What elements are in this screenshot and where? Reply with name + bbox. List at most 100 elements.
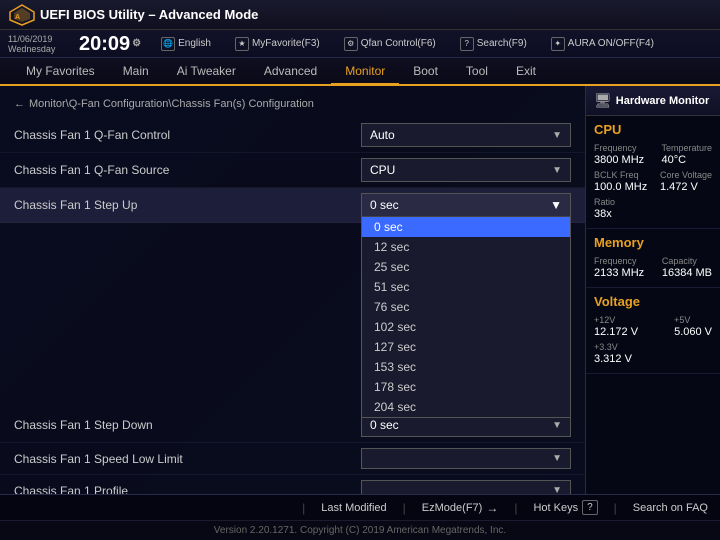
- nav-main[interactable]: Main: [109, 58, 163, 86]
- chassis-fan1-qfan-control-value: Auto ▼: [361, 123, 571, 147]
- cpu-bclk-label: BCLK Freq: [594, 170, 647, 180]
- cpu-freq-temp-row: Frequency 3800 MHz Temperature 40°C: [594, 143, 712, 166]
- v33-label: +3.3V: [594, 342, 632, 352]
- hw-monitor-header: 🖥 Hardware Monitor: [586, 86, 720, 116]
- hardware-monitor-panel: 🖥 Hardware Monitor CPU Frequency 3800 MH…: [585, 86, 720, 494]
- dropdown-open-arrow-icon: ▼: [550, 198, 562, 212]
- myfavorites-label: MyFavorite(F3): [252, 38, 320, 49]
- separator2: |: [403, 501, 406, 515]
- memory-freq-cap-row: Frequency 2133 MHz Capacity 16384 MB: [594, 256, 712, 279]
- nav-exit[interactable]: Exit: [502, 58, 550, 86]
- option-204sec[interactable]: 204 sec: [362, 397, 570, 417]
- search-faq-btn[interactable]: Search on FAQ: [633, 502, 708, 514]
- voltage-section: Voltage +12V 12.172 V +5V 5.060 V +3.3V …: [586, 288, 720, 374]
- aura-btn[interactable]: ✦ AURA ON/OFF(F4): [547, 35, 658, 53]
- memory-section: Memory Frequency 2133 MHz Capacity 16384…: [586, 229, 720, 288]
- ezmode-label: EzMode(F7): [422, 502, 483, 514]
- logo-area: A UEFI BIOS Utility – Advanced Mode: [8, 4, 258, 26]
- chassis-fan1-qfan-source-dropdown[interactable]: CPU ▼: [361, 158, 571, 182]
- nav-bar: My Favorites Main Ai Tweaker Advanced Mo…: [0, 58, 720, 86]
- dropdown-value: Auto: [370, 128, 395, 142]
- dropdown-open-header: 0 sec ▼: [362, 194, 570, 217]
- option-178sec[interactable]: 178 sec: [362, 377, 570, 397]
- option-127sec[interactable]: 127 sec: [362, 337, 570, 357]
- option-25sec[interactable]: 25 sec: [362, 257, 570, 277]
- dropdown-arrow-icon: ▼: [552, 485, 562, 494]
- cpu-corevolt-value: 1.472 V: [660, 181, 712, 193]
- memory-freq-value: 2133 MHz: [594, 267, 644, 279]
- chassis-fan1-step-up-value: 0 sec ▼ 0 sec ▼ 0 sec 12 sec 25 sec: [361, 193, 571, 217]
- cpu-ratio-value: 38x: [594, 208, 615, 220]
- hotkeys-btn[interactable]: Hot Keys ?: [533, 500, 597, 515]
- option-153sec[interactable]: 153 sec: [362, 357, 570, 377]
- date-line2: Wednesday: [8, 44, 73, 54]
- last-modified-label: Last Modified: [321, 502, 386, 514]
- chassis-fan1-qfan-control-dropdown[interactable]: Auto ▼: [361, 123, 571, 147]
- dropdown-value: CPU: [370, 163, 395, 177]
- dropdown-arrow-icon: ▼: [552, 165, 562, 176]
- cpu-temp-label: Temperature: [661, 143, 712, 153]
- hotkeys-label: Hot Keys: [533, 502, 578, 514]
- settings-table: Chassis Fan 1 Q-Fan Control Auto ▼ Chass…: [0, 118, 585, 494]
- content-area: ← Monitor\Q-Fan Configuration\Chassis Fa…: [0, 86, 720, 494]
- row-chassis-fan1-step-up: Chassis Fan 1 Step Up 0 sec ▼ 0 sec ▼: [0, 188, 585, 223]
- v33-value: 3.312 V: [594, 353, 632, 365]
- row-chassis-fan1-qfan-source: Chassis Fan 1 Q-Fan Source CPU ▼: [0, 153, 585, 188]
- english-label: English: [178, 38, 211, 49]
- v5-value: 5.060 V: [674, 326, 712, 338]
- cpu-corevolt-col: Core Voltage 1.472 V: [660, 170, 712, 193]
- fan-icon: ⚙: [344, 37, 358, 51]
- chassis-fan1-qfan-source-label: Chassis Fan 1 Q-Fan Source: [14, 163, 361, 177]
- aura-icon: ✦: [551, 37, 565, 51]
- breadcrumb-text: Monitor\Q-Fan Configuration\Chassis Fan(…: [29, 98, 314, 110]
- qfan-btn[interactable]: ⚙ Qfan Control(F6): [340, 35, 440, 53]
- chassis-fan1-profile-dropdown[interactable]: ▼: [361, 480, 571, 494]
- v12-value: 12.172 V: [594, 326, 638, 338]
- main-panel: ← Monitor\Q-Fan Configuration\Chassis Fa…: [0, 86, 585, 494]
- voltage-12-5-row: +12V 12.172 V +5V 5.060 V: [594, 315, 712, 338]
- nav-monitor[interactable]: Monitor: [331, 58, 399, 86]
- myfavorites-btn[interactable]: ★ MyFavorite(F3): [231, 35, 324, 53]
- option-12sec[interactable]: 12 sec: [362, 237, 570, 257]
- ezmode-btn[interactable]: EzMode(F7) →: [422, 501, 499, 515]
- ezmode-arrow-icon: →: [486, 501, 498, 515]
- row-chassis-fan1-speed-low: Chassis Fan 1 Speed Low Limit ▼: [0, 443, 585, 475]
- separator1: |: [302, 501, 305, 515]
- memory-freq-col: Frequency 2133 MHz: [594, 256, 644, 279]
- memory-freq-label: Frequency: [594, 256, 644, 266]
- english-btn[interactable]: 🌐 English: [157, 35, 215, 53]
- search-btn[interactable]: ? Search(F9): [456, 35, 531, 53]
- chassis-fan1-step-down-label: Chassis Fan 1 Step Down: [14, 418, 361, 432]
- step-up-dropdown-open[interactable]: 0 sec ▼ 0 sec 12 sec 25 sec 51 sec 76 se…: [361, 193, 571, 418]
- nav-boot[interactable]: Boot: [399, 58, 452, 86]
- chassis-fan1-speed-low-dropdown[interactable]: ▼: [361, 448, 571, 469]
- v12-label: +12V: [594, 315, 638, 325]
- last-modified-btn[interactable]: Last Modified: [321, 502, 386, 514]
- memory-cap-value: 16384 MB: [662, 267, 712, 279]
- footer-bar: Version 2.20.1271. Copyright (C) 2019 Am…: [0, 520, 720, 540]
- dropdown-arrow-icon: ▼: [552, 453, 562, 464]
- back-arrow-icon[interactable]: ←: [14, 98, 25, 110]
- memory-title: Memory: [594, 235, 712, 250]
- cpu-ratio-col: Ratio 38x: [594, 197, 615, 220]
- cpu-freq-col: Frequency 3800 MHz: [594, 143, 644, 166]
- chassis-fan1-profile-label: Chassis Fan 1 Profile: [14, 484, 361, 495]
- dropdown-value: 0 sec: [370, 418, 399, 432]
- nav-my-favorites[interactable]: My Favorites: [12, 58, 109, 86]
- nav-advanced[interactable]: Advanced: [250, 58, 331, 86]
- cpu-bclk-value: 100.0 MHz: [594, 181, 647, 193]
- option-0sec[interactable]: 0 sec: [362, 217, 570, 237]
- bottom-bar: | Last Modified | EzMode(F7) → | Hot Key…: [0, 494, 720, 520]
- chassis-fan1-speed-low-value: ▼: [361, 448, 571, 469]
- v5-label: +5V: [674, 315, 712, 325]
- cpu-corevolt-label: Core Voltage: [660, 170, 712, 180]
- nav-tool[interactable]: Tool: [452, 58, 502, 86]
- asus-logo: A: [8, 4, 36, 26]
- option-76sec[interactable]: 76 sec: [362, 297, 570, 317]
- option-102sec[interactable]: 102 sec: [362, 317, 570, 337]
- aura-label: AURA ON/OFF(F4): [568, 38, 654, 49]
- nav-ai-tweaker[interactable]: Ai Tweaker: [163, 58, 250, 86]
- row-chassis-fan1-profile: Chassis Fan 1 Profile ▼: [0, 475, 585, 494]
- option-51sec[interactable]: 51 sec: [362, 277, 570, 297]
- footer-text: Version 2.20.1271. Copyright (C) 2019 Am…: [214, 525, 506, 536]
